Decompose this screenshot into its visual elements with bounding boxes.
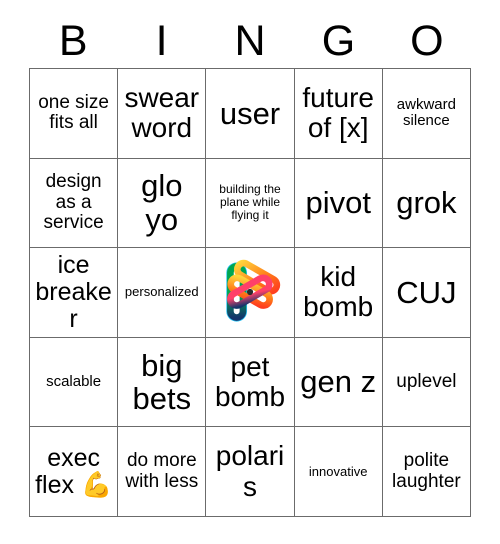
bingo-cell-label: user	[219, 95, 281, 131]
bingo-cell-r5c2[interactable]: do more with less	[118, 427, 207, 517]
bingo-cell-label: do more with less	[125, 450, 199, 492]
bingo-cell-r3c3-free-space[interactable]	[206, 248, 295, 338]
bingo-cell-r3c2[interactable]: personalized	[118, 248, 207, 338]
header-letter-b: B	[58, 16, 88, 65]
bingo-cell-r4c5[interactable]: uplevel	[382, 337, 471, 428]
bingo-cell-label: glo yo	[141, 168, 183, 237]
bingo-cell-label: polite laughter	[392, 450, 461, 492]
bingo-cell-label: ice breaker	[35, 250, 112, 333]
bingo-cell-label: awkward silence	[396, 96, 456, 130]
bingo-cell-r4c3[interactable]: pet bomb	[206, 337, 295, 428]
bingo-cell-r3c1[interactable]: ice breaker	[30, 248, 119, 338]
bingo-cell-label: swear word	[124, 82, 200, 144]
bingo-cell-label: grok	[396, 185, 457, 221]
bingo-cell-label: uplevel	[396, 370, 457, 392]
bingo-cell-r3c5[interactable]: CUJ	[382, 248, 471, 338]
bingo-cell-r1c1[interactable]: one size fits all	[30, 69, 119, 159]
bingo-cell-label: innovative	[308, 463, 368, 479]
bingo-cell-label: big bets	[132, 347, 192, 417]
bingo-cell-label: personalized	[124, 284, 199, 300]
bingo-cell-r2c2[interactable]: glo yo	[118, 158, 207, 249]
bingo-cell-label: polaris	[215, 440, 285, 502]
bingo-cell-label: kid bomb	[303, 261, 374, 323]
bingo-cell-r4c4[interactable]: gen z	[294, 337, 383, 428]
bingo-card: B I N G O one size fits all swear word u…	[0, 0, 500, 544]
bingo-cell-r2c4[interactable]: pivot	[294, 158, 383, 249]
labs-logo-icon	[213, 255, 287, 329]
header-letter-o: O	[410, 16, 444, 65]
bingo-cell-r1c5[interactable]: awkward silence	[382, 69, 471, 159]
bingo-cell-label: pivot	[305, 185, 371, 221]
bingo-cell-r4c1[interactable]: scalable	[30, 337, 119, 428]
bingo-cell-r1c2[interactable]: swear word	[118, 69, 207, 159]
bingo-cell-r1c3[interactable]: user	[206, 69, 295, 159]
header-letter-g: G	[321, 16, 356, 65]
bingo-cell-label: design as a service	[43, 171, 104, 234]
bingo-cell-label: building the plane while flying it	[219, 182, 281, 223]
header-letter-i: I	[155, 16, 168, 65]
bingo-cell-r3c4[interactable]: kid bomb	[294, 248, 383, 338]
bingo-cell-r1c4[interactable]: future of [x]	[294, 69, 383, 159]
bingo-cell-label: scalable	[46, 373, 102, 390]
bingo-grid: one size fits all swear word user future…	[29, 68, 471, 517]
bingo-cell-r2c3[interactable]: building the plane while flying it	[206, 158, 295, 249]
bingo-cell-r2c5[interactable]: grok	[382, 158, 471, 249]
bingo-cell-r2c1[interactable]: design as a service	[30, 158, 119, 249]
header-letter-n: N	[234, 16, 266, 65]
bingo-header: B I N G O	[29, 14, 471, 68]
bingo-cell-label: future of [x]	[302, 82, 374, 144]
bingo-cell-r5c1[interactable]: exec flex 💪	[30, 427, 119, 517]
bingo-cell-label: exec flex 💪	[35, 443, 113, 499]
bingo-cell-label: gen z	[300, 364, 377, 400]
bingo-cell-r5c3[interactable]: polaris	[206, 427, 295, 517]
bingo-cell-r5c5[interactable]: polite laughter	[382, 427, 471, 517]
bingo-cell-r5c4[interactable]: innovative	[294, 427, 383, 517]
bingo-cell-r4c2[interactable]: big bets	[118, 337, 207, 428]
bingo-cell-label: one size fits all	[38, 91, 109, 134]
bingo-cell-label: pet bomb	[214, 350, 286, 413]
bingo-cell-label: CUJ	[396, 274, 457, 310]
